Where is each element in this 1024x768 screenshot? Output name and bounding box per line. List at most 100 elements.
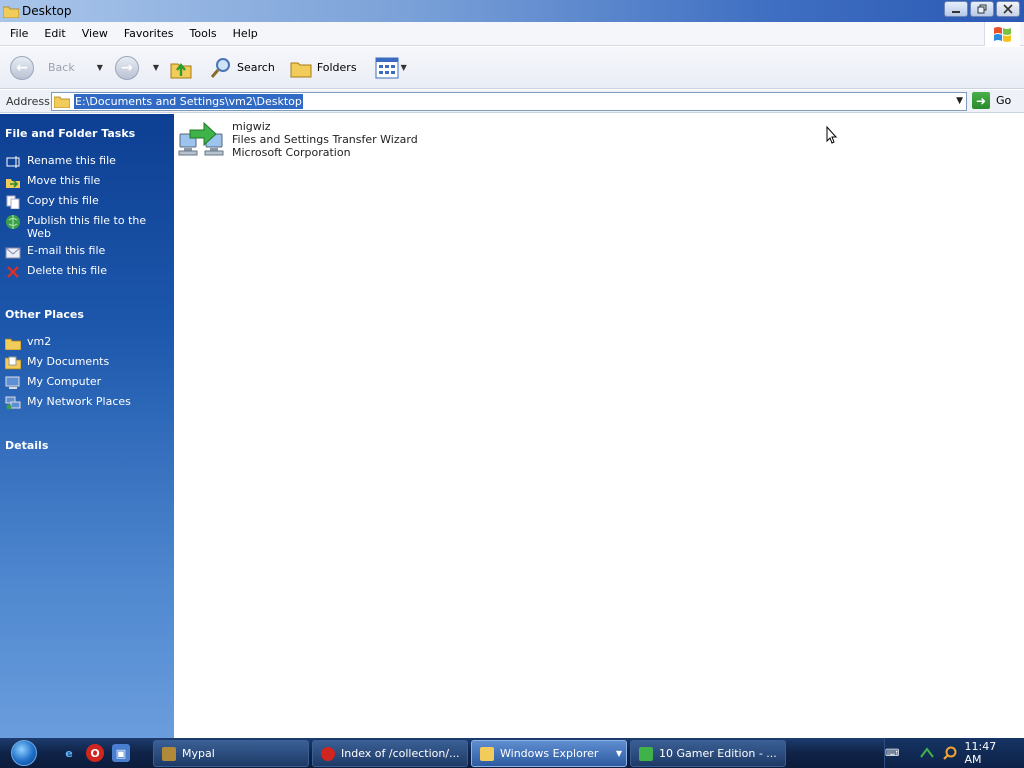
file-company: Microsoft Corporation bbox=[232, 146, 351, 159]
details-title[interactable]: Details bbox=[5, 439, 48, 452]
keyboard-icon[interactable]: ⌨ bbox=[885, 748, 899, 759]
my-computer-icon bbox=[5, 375, 21, 391]
address-path[interactable]: E:\Documents and Settings\vm2\Desktop bbox=[74, 94, 303, 109]
minimize-button[interactable] bbox=[944, 1, 968, 17]
taskbar-tasks: Mypal Index of /collection/... Windows E… bbox=[153, 740, 786, 767]
other-places-title[interactable]: Other Places bbox=[5, 308, 84, 321]
address-input[interactable]: E:\Documents and Settings\vm2\Desktop ▼ bbox=[51, 92, 967, 111]
window-title: Desktop bbox=[22, 4, 72, 18]
email-icon bbox=[5, 244, 21, 260]
close-button[interactable] bbox=[996, 1, 1020, 17]
place-vm2[interactable]: vm2 bbox=[5, 335, 170, 351]
my-documents-icon bbox=[5, 355, 21, 371]
menu-bar: File Edit View Favorites Tools Help bbox=[0, 22, 1024, 46]
back-arrow-icon: ← bbox=[10, 55, 34, 80]
tray-search-icon[interactable] bbox=[942, 745, 957, 761]
folders-button[interactable]: Folders bbox=[285, 51, 361, 85]
task-button-label: Mypal bbox=[182, 747, 215, 760]
minimize-icon bbox=[952, 11, 960, 13]
quick-launch: e O ▣ bbox=[60, 744, 130, 762]
title-bar: Desktop bbox=[0, 0, 1024, 22]
tray-network-icon[interactable] bbox=[919, 745, 934, 761]
close-icon bbox=[1003, 4, 1013, 14]
task-button-gamer-edition[interactable]: 10 Gamer Edition - ... bbox=[630, 740, 786, 767]
gamer-edition-icon bbox=[639, 746, 653, 761]
place-label: vm2 bbox=[27, 335, 52, 348]
task-button-index-of[interactable]: Index of /collection/... bbox=[312, 740, 468, 767]
menu-tools[interactable]: Tools bbox=[182, 27, 225, 40]
place-my-documents[interactable]: My Documents bbox=[5, 355, 170, 371]
menu-edit[interactable]: Edit bbox=[36, 27, 73, 40]
opera-icon bbox=[321, 746, 335, 761]
menu-help[interactable]: Help bbox=[225, 27, 266, 40]
task-move[interactable]: Move this file bbox=[5, 174, 170, 190]
task-button-label: Windows Explorer bbox=[500, 747, 599, 760]
forward-dropdown-icon[interactable]: ▼ bbox=[153, 63, 159, 72]
windows-logo-icon bbox=[984, 22, 1020, 46]
task-publish[interactable]: Publish this file to the Web bbox=[5, 214, 170, 240]
file-item-migwiz[interactable]: migwiz Files and Settings Transfer Wizar… bbox=[178, 120, 418, 162]
network-places-icon bbox=[5, 395, 21, 411]
task-delete[interactable]: Delete this file bbox=[5, 264, 170, 280]
mouse-cursor-icon bbox=[826, 126, 838, 144]
rename-icon bbox=[5, 154, 21, 170]
views-button[interactable]: ▼ bbox=[371, 51, 411, 85]
go-button[interactable]: ➜ Go bbox=[972, 92, 1011, 109]
clock[interactable]: 11:47 AM bbox=[965, 740, 1012, 766]
task-email[interactable]: E-mail this file bbox=[5, 244, 170, 260]
internet-explorer-icon[interactable]: e bbox=[60, 744, 78, 762]
task-label: Copy this file bbox=[27, 194, 99, 207]
transfer-wizard-icon bbox=[178, 121, 224, 156]
folder-icon bbox=[54, 96, 70, 108]
folders-label: Folders bbox=[316, 61, 357, 74]
folders-icon bbox=[290, 62, 312, 77]
address-dropdown-icon[interactable]: ▼ bbox=[956, 96, 963, 106]
back-button[interactable]: ← Back ▼ bbox=[6, 51, 107, 85]
task-rename[interactable]: Rename this file bbox=[5, 154, 170, 170]
start-button[interactable] bbox=[0, 738, 48, 768]
search-button[interactable]: Search bbox=[205, 51, 279, 85]
start-orb-icon bbox=[11, 740, 37, 766]
restore-button[interactable] bbox=[970, 1, 994, 17]
task-button-windows-explorer[interactable]: Windows Explorer ▼ bbox=[471, 740, 627, 767]
views-icon bbox=[375, 57, 399, 78]
place-label: My Documents bbox=[27, 355, 110, 368]
go-label: Go bbox=[996, 94, 1012, 107]
place-label: My Network Places bbox=[27, 395, 131, 408]
place-label: My Computer bbox=[27, 375, 102, 388]
mypal-icon bbox=[162, 746, 176, 761]
menu-favorites[interactable]: Favorites bbox=[116, 27, 182, 40]
delete-x-icon bbox=[5, 264, 21, 280]
place-my-network-places[interactable]: My Network Places bbox=[5, 395, 170, 411]
task-button-mypal[interactable]: Mypal bbox=[153, 740, 309, 767]
show-desktop-icon[interactable]: ▣ bbox=[112, 744, 130, 762]
address-label: Address bbox=[6, 94, 50, 108]
folder-icon bbox=[5, 335, 21, 351]
file-name: migwiz bbox=[232, 120, 271, 133]
go-arrow-icon: ➜ bbox=[972, 92, 990, 109]
file-folder-tasks-title[interactable]: File and Folder Tasks bbox=[5, 127, 135, 140]
system-tray: ⌨ 11:47 AM bbox=[884, 738, 1024, 768]
copy-icon bbox=[5, 194, 21, 210]
forward-arrow-icon: → bbox=[114, 55, 139, 80]
task-label: Rename this file bbox=[27, 154, 116, 167]
menu-view[interactable]: View bbox=[74, 27, 116, 40]
back-label: Back bbox=[48, 61, 75, 74]
task-label: E-mail this file bbox=[27, 244, 106, 257]
up-folder-button[interactable] bbox=[165, 51, 197, 85]
views-dropdown-icon[interactable]: ▼ bbox=[401, 63, 407, 72]
place-my-computer[interactable]: My Computer bbox=[5, 375, 170, 391]
group-dropdown-icon[interactable]: ▼ bbox=[616, 749, 622, 758]
opera-icon[interactable]: O bbox=[86, 744, 104, 762]
search-icon bbox=[210, 57, 231, 78]
restore-icon bbox=[977, 4, 987, 14]
back-dropdown-icon[interactable]: ▼ bbox=[97, 63, 103, 72]
forward-button[interactable]: → ▼ bbox=[111, 51, 163, 85]
menu-file[interactable]: File bbox=[0, 27, 36, 40]
toolbar: ← Back ▼ → ▼ Search Folders ▼ bbox=[0, 47, 1024, 89]
task-copy[interactable]: Copy this file bbox=[5, 194, 170, 210]
taskbar: e O ▣ Mypal Index of /collection/... Win… bbox=[0, 738, 1024, 768]
task-button-label: 10 Gamer Edition - ... bbox=[659, 747, 777, 760]
task-pane: File and Folder Tasks Rename this file M… bbox=[0, 114, 174, 738]
task-label: Move this file bbox=[27, 174, 101, 187]
